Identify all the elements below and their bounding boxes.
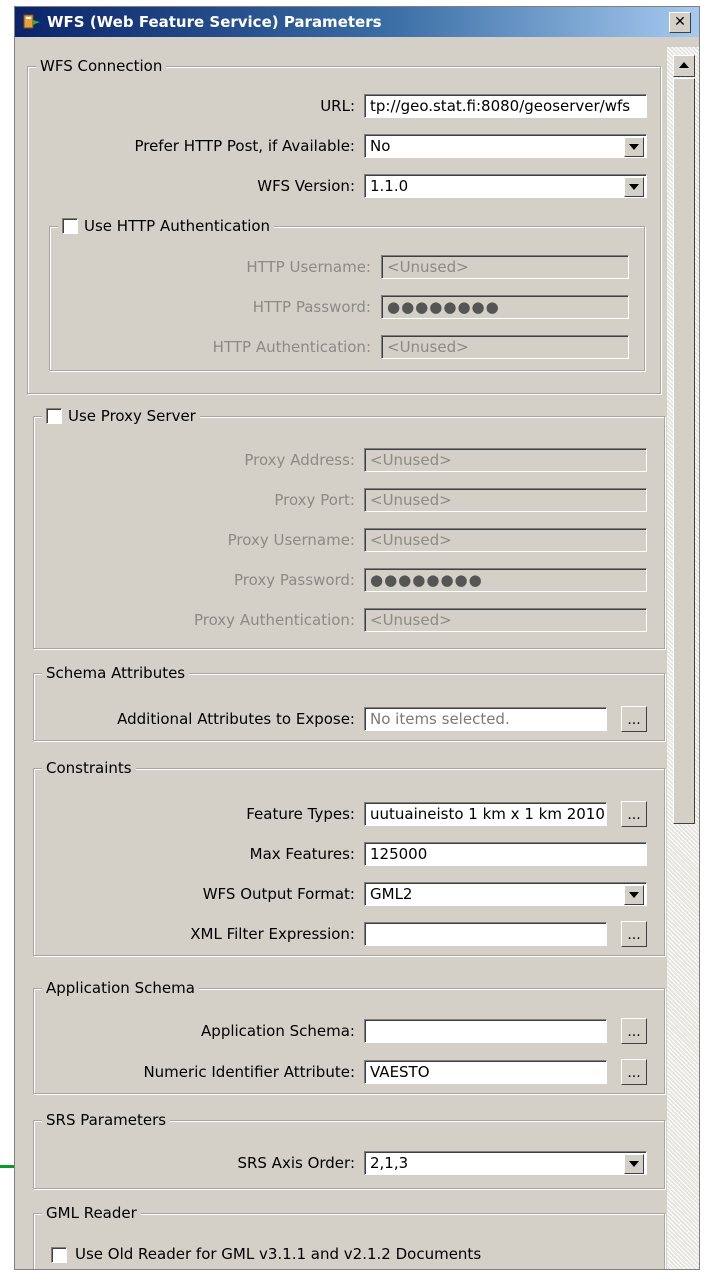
use-http-auth-checkbox[interactable]	[62, 218, 78, 234]
wfs-output-format-label: WFS Output Format:	[202, 885, 355, 903]
app-icon	[23, 14, 40, 29]
numeric-identifier-label: Numeric Identifier Attribute:	[143, 1063, 355, 1081]
proxy-port-input[interactable]: <Unused>	[364, 488, 647, 512]
additional-attributes-label: Additional Attributes to Expose:	[117, 710, 355, 728]
wfs-version-select[interactable]: 1.1.0	[364, 174, 647, 198]
scroll-up-button[interactable]	[673, 55, 695, 77]
title-bar[interactable]: WFS (Web Feature Service) Parameters ✕	[15, 7, 699, 37]
proxy-authentication-input[interactable]: <Unused>	[364, 608, 647, 632]
http-password-input[interactable]: ●●●●●●●●	[381, 295, 629, 319]
xml-filter-label: XML Filter Expression:	[190, 925, 355, 943]
feature-types-input[interactable]: uutuaineisto 1 km x 1 km 2010}"	[364, 802, 607, 826]
chevron-down-icon[interactable]	[624, 177, 644, 197]
proxy-address-input[interactable]: <Unused>	[364, 448, 647, 472]
additional-attributes-input[interactable]: No items selected.	[364, 707, 607, 731]
http-username-input[interactable]: <Unused>	[381, 255, 629, 279]
numeric-identifier-input[interactable]: VAESTO	[364, 1060, 607, 1084]
srs-parameters-group: SRS Parameters	[33, 1111, 665, 1189]
http-authentication-input[interactable]: <Unused>	[381, 335, 629, 359]
application-schema-legend: Application Schema	[46, 979, 195, 997]
application-schema-browse-button[interactable]: ...	[621, 1018, 647, 1044]
use-old-reader-label[interactable]: Use Old Reader for GML v3.1.1 and v2.1.2…	[75, 1245, 481, 1263]
http-authentication-label: HTTP Authentication:	[212, 338, 371, 356]
proxy-password-label: Proxy Password:	[234, 571, 355, 589]
dialog-content: WFS Connection URL: tp://geo.stat.fi:808…	[15, 37, 699, 1269]
wfs-parameters-dialog: WFS (Web Feature Service) Parameters ✕ W…	[14, 6, 700, 1270]
feature-types-browse-button[interactable]: ...	[621, 801, 647, 827]
http-username-label: HTTP Username:	[246, 258, 371, 276]
wfs-connection-legend: WFS Connection	[40, 57, 163, 75]
use-http-auth-label[interactable]: Use HTTP Authentication	[84, 217, 270, 235]
prefer-post-label: Prefer HTTP Post, if Available:	[134, 137, 355, 155]
chevron-down-icon[interactable]	[624, 1154, 644, 1174]
green-marker-line	[0, 1165, 14, 1168]
max-features-label: Max Features:	[249, 845, 355, 863]
srs-axis-order-label: SRS Axis Order:	[237, 1154, 355, 1172]
gml-reader-legend: GML Reader	[46, 1204, 137, 1222]
http-password-label: HTTP Password:	[252, 298, 371, 316]
chevron-down-icon[interactable]	[624, 885, 644, 905]
proxy-address-label: Proxy Address:	[244, 451, 355, 469]
max-features-input[interactable]: 125000	[364, 842, 647, 866]
schema-attributes-legend: Schema Attributes	[46, 664, 186, 682]
chevron-down-icon[interactable]	[624, 137, 644, 157]
constraints-legend: Constraints	[46, 759, 132, 777]
use-proxy-label[interactable]: Use Proxy Server	[68, 407, 196, 425]
url-label: URL:	[320, 97, 355, 115]
srs-parameters-legend: SRS Parameters	[46, 1111, 167, 1129]
wfs-version-label: WFS Version:	[257, 177, 355, 195]
numeric-identifier-browse-button[interactable]: ...	[621, 1059, 647, 1085]
window-title: WFS (Web Feature Service) Parameters	[47, 13, 382, 31]
use-old-reader-checkbox[interactable]	[51, 1247, 67, 1263]
application-schema-label: Application Schema:	[201, 1022, 355, 1040]
use-proxy-checkbox[interactable]	[46, 408, 62, 424]
scroll-thumb[interactable]	[673, 78, 695, 824]
proxy-username-input[interactable]: <Unused>	[364, 528, 647, 552]
prefer-post-select[interactable]: No	[364, 134, 647, 158]
application-schema-input[interactable]	[364, 1019, 607, 1043]
close-icon: ✕	[674, 14, 686, 30]
proxy-username-label: Proxy Username:	[227, 531, 355, 549]
url-input[interactable]: tp://geo.stat.fi:8080/geoserver/wfs	[364, 94, 647, 118]
feature-types-label: Feature Types:	[246, 805, 355, 823]
close-button[interactable]: ✕	[669, 12, 691, 33]
xml-filter-input[interactable]	[364, 922, 607, 946]
proxy-authentication-label: Proxy Authentication:	[193, 611, 355, 629]
proxy-port-label: Proxy Port:	[274, 491, 355, 509]
xml-filter-browse-button[interactable]: ...	[621, 921, 647, 947]
proxy-password-input[interactable]: ●●●●●●●●	[364, 568, 647, 592]
additional-attributes-browse-button[interactable]: ...	[621, 706, 647, 732]
vertical-scrollbar[interactable]	[667, 47, 699, 1269]
srs-axis-order-select[interactable]: 2,1,3	[364, 1151, 647, 1175]
wfs-output-format-select[interactable]: GML2	[364, 882, 647, 906]
